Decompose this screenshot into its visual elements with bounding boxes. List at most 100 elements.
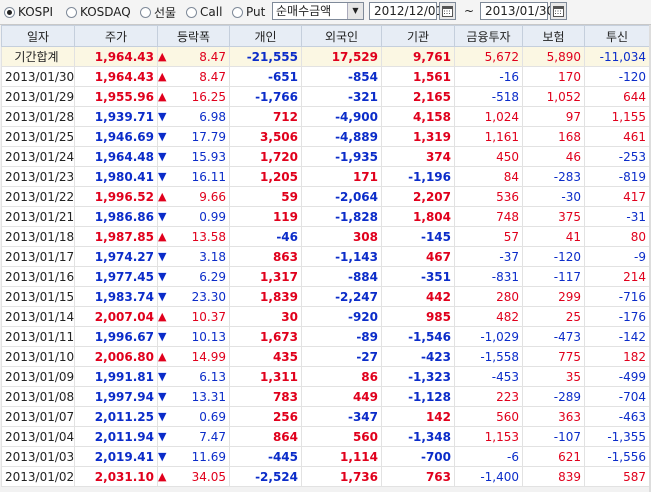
column-header[interactable]: 투신 (584, 25, 650, 47)
market-radio-call[interactable]: Call (186, 4, 222, 20)
triangle-down-icon: ▼ (158, 410, 167, 423)
trust-cell: 214 (584, 266, 650, 287)
radio-label: Put (246, 5, 266, 19)
individual-cell: 783 (229, 386, 302, 407)
column-header[interactable]: 외국인 (301, 25, 382, 47)
change-cell: ▼ 17.79 (157, 126, 230, 147)
total-row[interactable]: 기간합계 1,964.43 ▲ 8.47 -21,555 17,529 9,761 5,672… (1, 46, 650, 67)
table-row[interactable]: 2013/01/02 2,031.10 ▲ 34.05 -2,524 1,736 763 -1… (1, 466, 650, 487)
change-value: 23.30 (191, 289, 226, 304)
individual-cell: 864 (229, 426, 302, 447)
individual-cell: -21,555 (229, 46, 302, 67)
column-header[interactable]: 금융투자 (454, 25, 523, 47)
date-from-input[interactable]: 2012/12/01 (369, 2, 443, 20)
triangle-up-icon: ▲ (158, 470, 167, 483)
table-row[interactable]: 2013/01/09 1,991.81 ▼ 6.13 1,311 86 -1,323 -453… (1, 366, 650, 387)
column-header[interactable]: 기관 (381, 25, 455, 47)
date-cell: 2013/01/08 (1, 386, 75, 407)
radio-label: KOSPI (18, 5, 54, 19)
trust-cell: -499 (584, 366, 650, 387)
foreign-cell: -920 (301, 306, 382, 327)
price-cell: 1,977.45 (74, 266, 158, 287)
column-header[interactable]: 주가 (74, 25, 158, 47)
table-row[interactable]: 2013/01/11 1,996.67 ▼ 10.13 1,673 -89 -1,546 -1… (1, 326, 650, 347)
table-row[interactable]: 2013/01/16 1,977.45 ▼ 6.29 1,317 -884 -351 -831… (1, 266, 650, 287)
foreign-cell: -27 (301, 346, 382, 367)
table-header: 일자 주가 등락폭 개인 외국인 기관 금융투자 보험 투신 (1, 25, 650, 47)
institution-cell: -1,348 (381, 426, 455, 447)
insurance-cell: -30 (522, 186, 585, 207)
change-value: 6.13 (199, 369, 226, 384)
table-row[interactable]: 2013/01/08 1,997.94 ▼ 13.31 783 449 -1,128 223-… (1, 386, 650, 407)
market-radio-put[interactable]: Put (232, 4, 265, 20)
table-row[interactable]: 2013/01/04 2,011.94 ▼ 7.47 864 560 -1,348 1,153… (1, 426, 650, 447)
triangle-down-icon: ▼ (158, 270, 167, 283)
date-cell: 2013/01/18 (1, 226, 75, 247)
change-cell: ▼ 3.18 (157, 246, 230, 267)
foreign-cell: 308 (301, 226, 382, 247)
trust-cell: 1,155 (584, 106, 650, 127)
individual-cell: 1,720 (229, 146, 302, 167)
date-cell: 2013/01/15 (1, 286, 75, 307)
calendar-from-button[interactable] (439, 2, 456, 20)
table-row[interactable]: 2013/01/07 2,011.25 ▼ 0.69 256 -347 142 560 363-… (1, 406, 650, 427)
institution-cell: 2,207 (381, 186, 455, 207)
trust-cell: -142 (584, 326, 650, 347)
institution-cell: 442 (381, 286, 455, 307)
price-cell: 1,987.85 (74, 226, 158, 247)
table-row[interactable]: 2013/01/22 1,996.52 ▲ 9.66 59 -2,064 2,207 536-… (1, 186, 650, 207)
market-radio-kosdaq[interactable]: KOSDAQ (66, 4, 131, 20)
triangle-up-icon: ▲ (158, 350, 167, 363)
individual-cell: 119 (229, 206, 302, 227)
trust-cell: -176 (584, 306, 650, 327)
insurance-cell: 5,890 (522, 46, 585, 67)
change-cell: ▲ 34.05 (157, 466, 230, 487)
insurance-cell: 839 (522, 466, 585, 487)
calendar-to-button[interactable] (550, 2, 567, 20)
individual-cell: 1,673 (229, 326, 302, 347)
table-row[interactable]: 2013/01/30 1,964.43 ▲ 8.47 -651 -854 1,561 -16 1… (1, 66, 650, 87)
trust-cell: -253 (584, 146, 650, 167)
trust-cell: -1,355 (584, 426, 650, 447)
table-row[interactable]: 2013/01/17 1,974.27 ▼ 3.18 863 -1,143 467 -37 -1… (1, 246, 650, 267)
table-row[interactable]: 2013/01/18 1,987.85 ▲ 13.58 -46 308 -145 57 41 80 (1, 226, 650, 247)
market-radio-kospi[interactable]: KOSPI (4, 4, 53, 20)
insurance-cell: -289 (522, 386, 585, 407)
individual-cell: 435 (229, 346, 302, 367)
individual-cell: 1,311 (229, 366, 302, 387)
table-row[interactable]: 2013/01/03 2,019.41 ▼ 11.69 -445 1,114 -700 -6 6… (1, 446, 650, 467)
triangle-down-icon: ▼ (158, 370, 167, 383)
change-value: 7.47 (199, 429, 226, 444)
table-row[interactable]: 2013/01/15 1,983.74 ▼ 23.30 1,839 -2,247 442 28… (1, 286, 650, 307)
table-row[interactable]: 2013/01/28 1,939.71 ▼ 6.98 712 -4,900 4,158 1,0… (1, 106, 650, 127)
change-value: 10.37 (191, 309, 226, 324)
column-header[interactable]: 일자 (1, 25, 75, 47)
table-row[interactable]: 2013/01/24 1,964.48 ▼ 15.93 1,720 -1,935 374 45… (1, 146, 650, 167)
insurance-cell: 1,052 (522, 86, 585, 107)
fin-invest-cell: -453 (454, 366, 523, 387)
change-cell: ▲ 8.47 (157, 46, 230, 67)
column-header[interactable]: 개인 (229, 25, 302, 47)
date-to-input[interactable]: 2013/01/30 (480, 2, 554, 20)
metric-select[interactable]: 순매수금액 ▼ (272, 2, 364, 20)
foreign-cell: -347 (301, 406, 382, 427)
chevron-down-icon[interactable]: ▼ (347, 3, 363, 19)
insurance-cell: 621 (522, 446, 585, 467)
column-header[interactable]: 보험 (522, 25, 585, 47)
institution-cell: 467 (381, 246, 455, 267)
calendar-icon (442, 5, 453, 17)
table-row[interactable]: 2013/01/10 2,006.80 ▲ 14.99 435 -27 -423 -1,558… (1, 346, 650, 367)
table-row[interactable]: 2013/01/23 1,980.41 ▼ 16.11 1,205 171 -1,196 84… (1, 166, 650, 187)
column-header[interactable]: 등락폭 (157, 25, 230, 47)
table-row[interactable]: 2013/01/14 2,007.04 ▲ 10.37 30 -920 985 482 25 -1… (1, 306, 650, 327)
date-cell: 2013/01/24 (1, 146, 75, 167)
market-radio-futures[interactable]: 선물 (140, 4, 176, 20)
table-row[interactable]: 2013/01/21 1,986.86 ▼ 0.99 119 -1,828 1,804 748… (1, 206, 650, 227)
change-cell: ▼ 7.47 (157, 426, 230, 447)
table-row[interactable]: 2013/01/29 1,955.96 ▲ 16.25 -1,766 -321 2,165-… (1, 86, 650, 107)
fin-invest-cell: -1,029 (454, 326, 523, 347)
table-row[interactable]: 2013/01/25 1,946.69 ▼ 17.79 3,506 -4,889 1,319… (1, 126, 650, 147)
date-cell: 2013/01/03 (1, 446, 75, 467)
insurance-cell: 46 (522, 146, 585, 167)
date-cell: 2013/01/28 (1, 106, 75, 127)
